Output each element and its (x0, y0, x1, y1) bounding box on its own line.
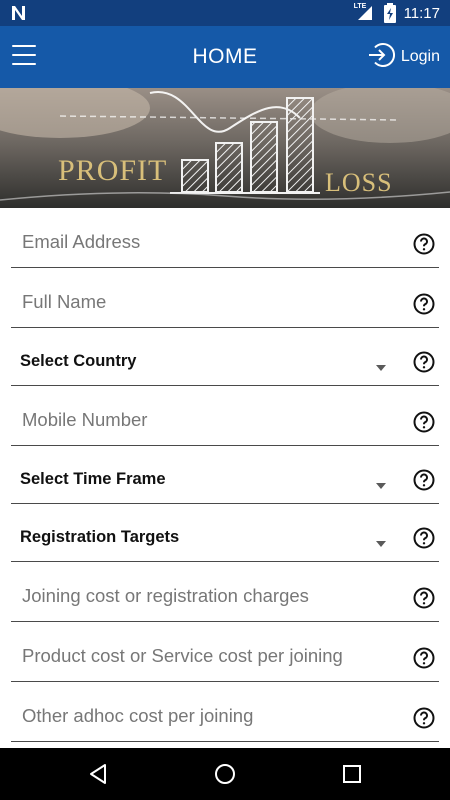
banner-loss-word: LOSS (325, 168, 393, 197)
help-icon[interactable] (413, 233, 435, 255)
network-label: LTE (353, 3, 367, 10)
country-select[interactable]: Select Country (11, 328, 439, 386)
adhoc-cost-field[interactable]: Other adhoc cost per joining (11, 682, 439, 742)
registration-targets-select[interactable]: Registration Targets (11, 504, 439, 562)
help-icon[interactable] (413, 707, 435, 729)
help-icon[interactable] (413, 351, 435, 373)
product-cost-placeholder: Product cost or Service cost per joining (22, 645, 343, 666)
registration-form: Email Address Full Name Select Country M… (0, 208, 450, 742)
full-name-field[interactable]: Full Name (11, 268, 439, 328)
profit-loss-banner: PROFIT LOSS (0, 88, 450, 208)
login-button[interactable]: Login (367, 42, 440, 72)
home-icon[interactable] (213, 762, 237, 786)
registration-targets-label: Registration Targets (20, 528, 180, 546)
battery-charging-icon (383, 3, 396, 23)
login-arrow-icon (367, 41, 395, 74)
help-icon[interactable] (413, 647, 435, 669)
status-bar: LTE 11:17 (0, 0, 450, 26)
help-icon[interactable] (413, 411, 435, 433)
time-frame-select[interactable]: Select Time Frame (11, 446, 439, 504)
dropdown-caret-icon[interactable] (376, 483, 386, 489)
n-logo-icon (10, 4, 28, 22)
help-icon[interactable] (413, 587, 435, 609)
recents-icon[interactable] (340, 762, 364, 786)
joining-cost-placeholder: Joining cost or registration charges (22, 585, 309, 606)
banner-profit-word: PROFIT (58, 154, 168, 187)
help-icon[interactable] (413, 527, 435, 549)
product-cost-field[interactable]: Product cost or Service cost per joining (11, 622, 439, 682)
login-label: Login (400, 48, 440, 65)
time-frame-select-label: Select Time Frame (20, 470, 166, 488)
adhoc-cost-placeholder: Other adhoc cost per joining (22, 705, 254, 726)
app-bar: HOME Login (0, 26, 450, 88)
dropdown-caret-icon[interactable] (376, 365, 386, 371)
joining-cost-field[interactable]: Joining cost or registration charges (11, 562, 439, 622)
system-nav-bar (0, 748, 450, 800)
full-name-placeholder: Full Name (22, 291, 107, 312)
dropdown-caret-icon[interactable] (376, 541, 386, 547)
mobile-number-placeholder: Mobile Number (22, 409, 148, 430)
hamburger-menu-icon[interactable] (12, 45, 36, 67)
help-icon[interactable] (413, 293, 435, 315)
help-icon[interactable] (413, 469, 435, 491)
email-placeholder: Email Address (22, 231, 141, 252)
clock: 11:17 (403, 4, 440, 22)
email-field[interactable]: Email Address (11, 208, 439, 268)
back-icon[interactable] (86, 762, 110, 786)
mobile-number-field[interactable]: Mobile Number (11, 386, 439, 446)
country-select-label: Select Country (20, 352, 137, 370)
signal-icon: LTE (353, 3, 376, 22)
